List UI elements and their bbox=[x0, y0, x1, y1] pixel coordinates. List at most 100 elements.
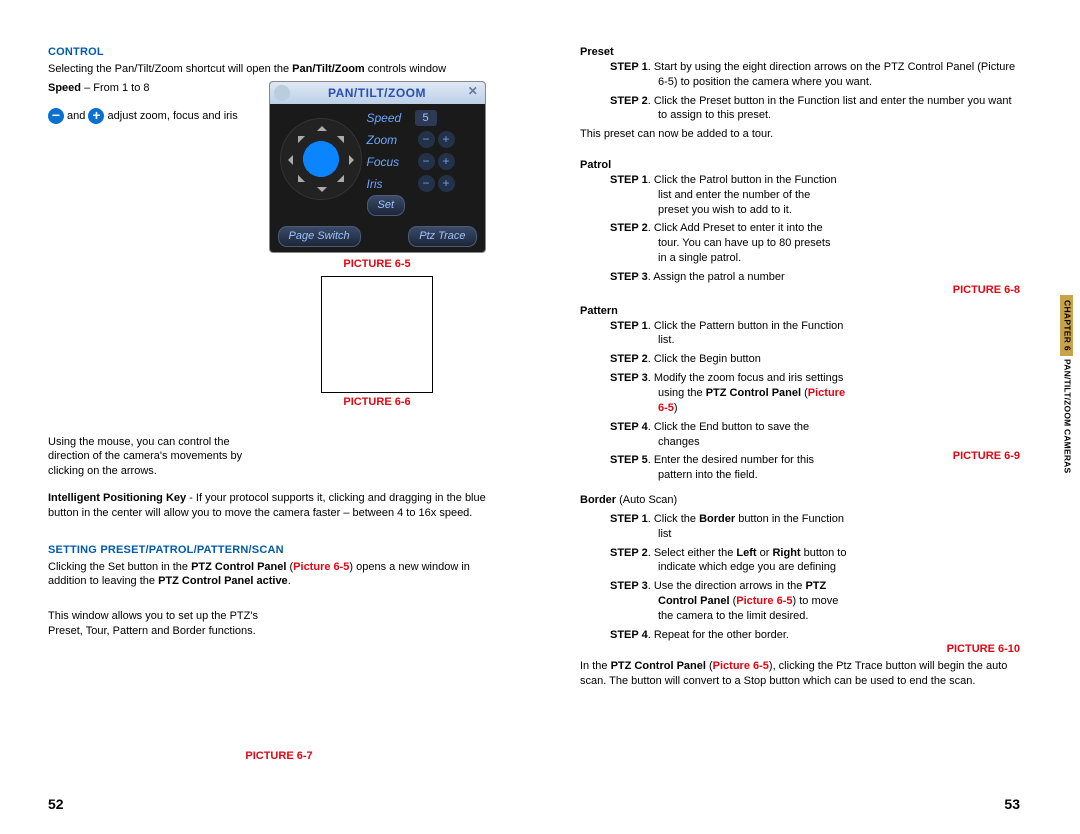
text-bold: PTZ Control Panel bbox=[706, 387, 801, 399]
picture-ref: Picture 6-5 bbox=[713, 660, 769, 672]
step-text: . Click the Begin button bbox=[648, 353, 761, 365]
step-label: STEP 1 bbox=[610, 61, 648, 73]
tab-chapter: CHAPTER 6 bbox=[1060, 295, 1073, 356]
tab-title: PAN/TILT/ZOOM CAMERAS bbox=[1060, 356, 1073, 476]
step-text: . Start by using the eight direction arr… bbox=[648, 61, 1015, 88]
text-bold: PTZ Control Panel bbox=[191, 561, 286, 573]
step-label: STEP 3 bbox=[610, 580, 648, 592]
step-text: . Use the direction arrows in the bbox=[648, 580, 806, 592]
patrol-heading: Patrol bbox=[580, 158, 1020, 173]
text-bold: Right bbox=[772, 547, 800, 559]
step-label: STEP 2 bbox=[610, 353, 648, 365]
text: In the bbox=[580, 660, 611, 672]
border-heading: Border bbox=[580, 494, 616, 506]
dpad bbox=[270, 104, 365, 226]
pattern-heading: Pattern bbox=[580, 304, 1020, 319]
dpad-circle bbox=[280, 118, 362, 200]
row-speed: Speed bbox=[367, 110, 415, 126]
page-switch-pill: Page Switch bbox=[278, 226, 361, 247]
text: Clicking the Set button in the bbox=[48, 561, 191, 573]
step-label: STEP 2 bbox=[610, 95, 648, 107]
step-label: STEP 1 bbox=[610, 513, 648, 525]
minus-icon: − bbox=[418, 175, 435, 192]
step-text: . Select either the bbox=[648, 547, 737, 559]
ipk-label: Intelligent Positioning Key bbox=[48, 492, 186, 504]
text-bold: PTZ Control Panel active bbox=[158, 575, 288, 587]
ptz-panel-header: PAN/TILT/ZOOM ✕ bbox=[270, 82, 485, 104]
speed-value: 5 bbox=[415, 110, 437, 126]
text: or bbox=[757, 547, 773, 559]
step-text: . Click the Patrol button in the Functio… bbox=[648, 174, 837, 216]
step-label: STEP 2 bbox=[610, 547, 648, 559]
step-label: STEP 4 bbox=[610, 421, 648, 433]
setting-paragraph: Clicking the Set button in the PTZ Contr… bbox=[48, 560, 510, 590]
step-text: . Click Add Preset to enter it into the … bbox=[648, 222, 831, 264]
ptz-panel-figure: PAN/TILT/ZOOM ✕ bbox=[269, 81, 486, 253]
row-zoom: Zoom bbox=[367, 132, 415, 148]
text-bold: Left bbox=[736, 547, 756, 559]
step-label: STEP 3 bbox=[610, 372, 648, 384]
control-left-col: Speed – From 1 to 8 − and + adjust zoom,… bbox=[48, 81, 248, 395]
heading-control: CONTROL bbox=[48, 45, 510, 60]
page-number-52: 52 bbox=[48, 795, 64, 814]
text-bold: PTZ Control Panel bbox=[611, 660, 706, 672]
text: Selecting the Pan/Tilt/Zoom shortcut wil… bbox=[48, 63, 292, 75]
heading-setting: SETTING PRESET/PATROL/PATTERN/SCAN bbox=[48, 543, 510, 558]
ptz-trace-pill: Ptz Trace bbox=[408, 226, 476, 247]
close-icon: ✕ bbox=[466, 85, 481, 100]
ipk-paragraph: Intelligent Positioning Key - If your pr… bbox=[48, 491, 510, 521]
step-label: STEP 3 bbox=[610, 271, 648, 283]
row-focus: Focus bbox=[367, 154, 415, 170]
step-text: . Assign the patrol a number bbox=[648, 271, 785, 283]
minus-icon: − bbox=[418, 153, 435, 170]
picture-6-7-label: PICTURE 6-7 bbox=[48, 749, 510, 764]
preset-footer: This preset can now be added to a tour. bbox=[580, 127, 1020, 142]
picture-6-6-label: PICTURE 6-6 bbox=[262, 395, 492, 410]
step-text: . Click the Pattern button in the Functi… bbox=[648, 320, 844, 347]
picture-6-5-label: PICTURE 6-5 bbox=[262, 257, 492, 272]
ptz-rows: Speed5 Zoom−+ Focus−+ Iris−+ Set bbox=[365, 104, 485, 226]
preset-heading: Preset bbox=[580, 45, 1020, 60]
step-text: . Enter the desired number for this patt… bbox=[648, 454, 814, 481]
window-text: This window allows you to set up the PTZ… bbox=[48, 609, 268, 639]
speed-range: – From 1 to 8 bbox=[81, 82, 149, 94]
globe-icon bbox=[274, 85, 290, 101]
picture-ref: Picture 6-5 bbox=[736, 595, 792, 607]
plus-icon: + bbox=[88, 108, 104, 124]
step-label: STEP 1 bbox=[610, 320, 648, 332]
step-text: . Click the Preset button in the Functio… bbox=[648, 95, 1012, 122]
page-52: CONTROL Selecting the Pan/Tilt/Zoom shor… bbox=[0, 0, 540, 834]
step-text: . Click the End button to save the chang… bbox=[648, 421, 809, 448]
ptz-panel-title: PAN/TILT/ZOOM bbox=[328, 85, 426, 101]
manual-spread: CONTROL Selecting the Pan/Tilt/Zoom shor… bbox=[0, 0, 1080, 834]
control-intro: Selecting the Pan/Tilt/Zoom shortcut wil… bbox=[48, 62, 510, 77]
border-sub: (Auto Scan) bbox=[616, 494, 677, 506]
mouse-text: Using the mouse, you can control the dir… bbox=[48, 435, 248, 480]
picture-6-8-label: PICTURE 6-8 bbox=[953, 284, 1020, 296]
text: ( bbox=[706, 660, 713, 672]
step-text: . Repeat for the other border. bbox=[648, 629, 789, 641]
page-number-53: 53 bbox=[1004, 795, 1020, 814]
step-label: STEP 5 bbox=[610, 454, 648, 466]
text: controls window bbox=[365, 63, 446, 75]
picture-6-6-placeholder bbox=[321, 276, 433, 393]
step-label: STEP 2 bbox=[610, 222, 648, 234]
step-label: STEP 1 bbox=[610, 174, 648, 186]
text: . bbox=[288, 575, 291, 587]
plus-icon: + bbox=[438, 131, 455, 148]
text: adjust zoom, focus and iris bbox=[104, 109, 237, 121]
zoom-adjust-line: − and + adjust zoom, focus and iris bbox=[48, 108, 248, 124]
speed-label: Speed bbox=[48, 82, 81, 94]
picture-ref: Picture 6-5 bbox=[293, 561, 349, 573]
minus-icon: − bbox=[418, 131, 435, 148]
row-iris: Iris bbox=[367, 176, 415, 192]
text: ) bbox=[674, 402, 678, 414]
scan-paragraph: In the PTZ Control Panel (Picture 6-5), … bbox=[580, 659, 1020, 689]
step-label: STEP 4 bbox=[610, 629, 648, 641]
plus-icon: + bbox=[438, 175, 455, 192]
chapter-tab: CHAPTER 6 PAN/TILT/ZOOM CAMERAS bbox=[1060, 295, 1080, 445]
picture-6-9-label: PICTURE 6-9 bbox=[953, 450, 1020, 462]
text-bold: Border bbox=[699, 513, 735, 525]
text: and bbox=[64, 109, 88, 121]
plus-icon: + bbox=[438, 153, 455, 170]
